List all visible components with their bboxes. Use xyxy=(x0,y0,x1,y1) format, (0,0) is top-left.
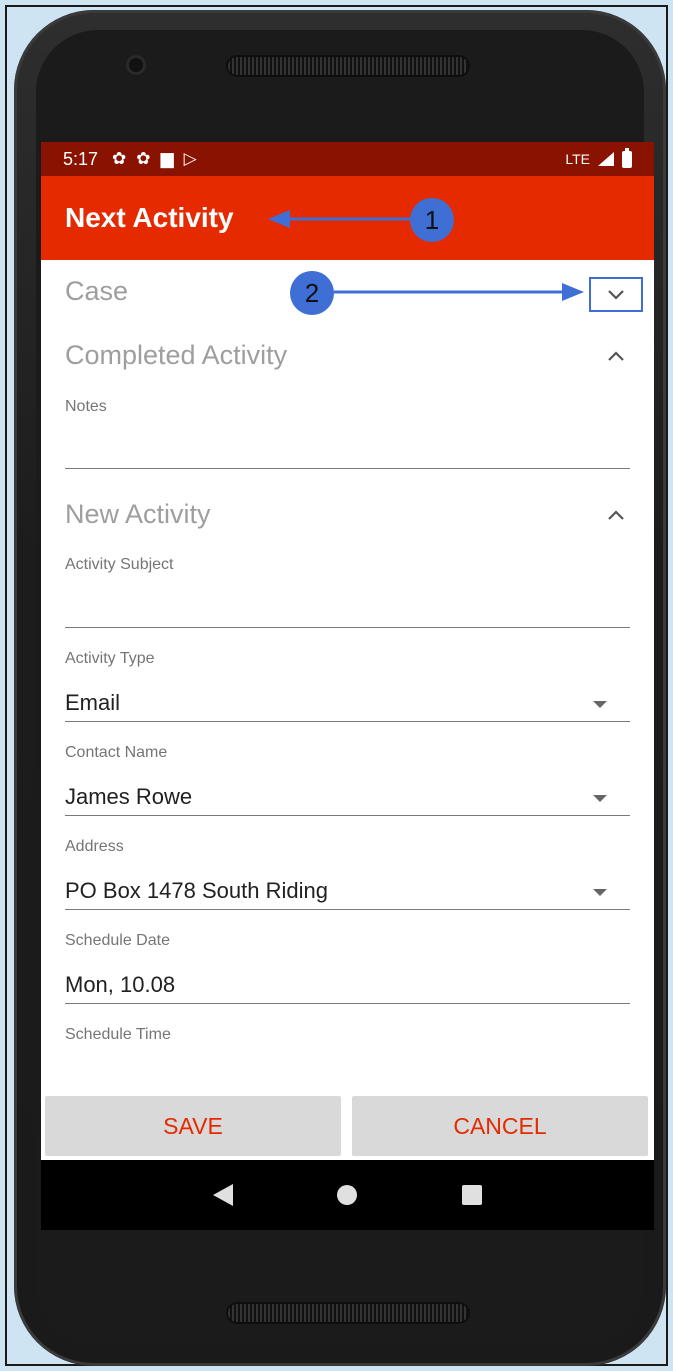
callout-1-arrowhead xyxy=(268,210,290,228)
callout-badge-2: 2 xyxy=(290,271,334,315)
annotation-layer xyxy=(268,210,584,301)
callout-2-arrowhead xyxy=(562,283,584,301)
callout-badge-1: 1 xyxy=(410,198,454,242)
